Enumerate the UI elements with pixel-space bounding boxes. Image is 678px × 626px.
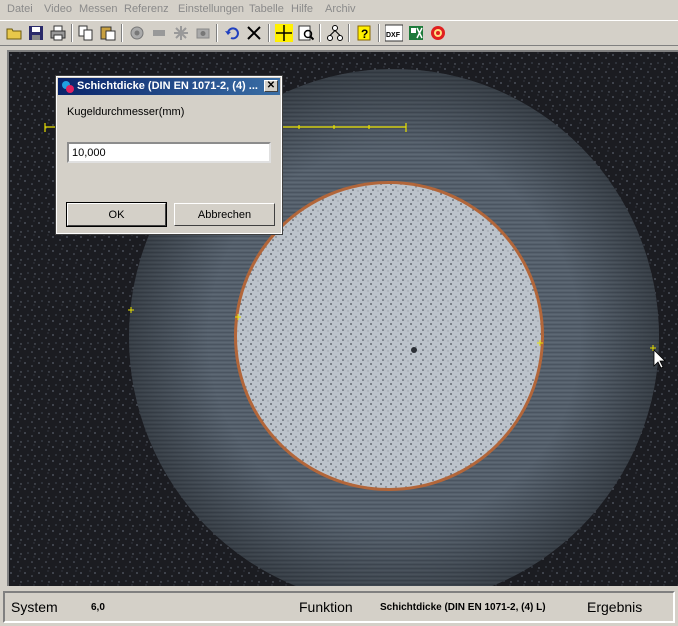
undo-icon[interactable]: [222, 23, 242, 43]
copy-icon[interactable]: [76, 23, 96, 43]
camera-icon[interactable]: [127, 23, 147, 43]
toolbar-separator: [121, 24, 123, 42]
menu-datei[interactable]: Datei: [7, 3, 33, 15]
close-icon[interactable]: ✕: [264, 80, 278, 92]
dxf-icon[interactable]: DXF: [384, 23, 404, 43]
video-icon[interactable]: [193, 23, 213, 43]
svg-text:DXF: DXF: [386, 32, 401, 39]
app-icon: [62, 81, 74, 93]
function-label: Funktion: [299, 599, 353, 615]
status-bar: System 6,0 Funktion Schichtdicke (DIN EN…: [3, 591, 675, 623]
save-icon[interactable]: [26, 23, 46, 43]
thickness-dialog: Schichtdicke (DIN EN 1071-2, (4) ... ✕ K…: [55, 75, 283, 235]
system-label: System: [11, 599, 58, 615]
crosshair-icon[interactable]: [274, 23, 294, 43]
toolbar-separator: [348, 24, 350, 42]
toolbar: ? DXF: [0, 20, 678, 46]
menu-archiv[interactable]: Archiv: [325, 3, 356, 15]
toolbar-separator: [71, 24, 73, 42]
delete-icon[interactable]: [244, 23, 264, 43]
dialog-title: Schichtdicke (DIN EN 1071-2, (4) ...: [77, 80, 258, 92]
ball-diameter-label: Kugeldurchmesser(mm): [67, 106, 185, 118]
dialog-title-bar[interactable]: Schichtdicke (DIN EN 1071-2, (4) ... ✕: [58, 78, 280, 95]
help-icon[interactable]: ?: [354, 23, 374, 43]
function-value: Schichtdicke (DIN EN 1071-2, (4) L): [380, 602, 546, 613]
print-icon[interactable]: [48, 23, 68, 43]
paste-icon[interactable]: [98, 23, 118, 43]
preview-icon[interactable]: [296, 23, 316, 43]
excel-icon[interactable]: [406, 23, 426, 43]
open-folder-icon[interactable]: [4, 23, 24, 43]
menu-einstellungen[interactable]: Einstellungen: [178, 3, 244, 15]
menu-video[interactable]: Video: [44, 3, 72, 15]
capture-icon[interactable]: [149, 23, 169, 43]
result-label: Ergebnis: [587, 599, 643, 615]
menu-referenz[interactable]: Referenz: [124, 3, 169, 15]
svg-text:?: ?: [361, 27, 368, 41]
settings-icon[interactable]: [428, 23, 448, 43]
toolbar-separator: [319, 24, 321, 42]
cancel-button[interactable]: Abbrechen: [174, 203, 275, 226]
toolbar-separator: [216, 24, 218, 42]
menu-tabelle[interactable]: Tabelle: [249, 3, 284, 15]
network-icon[interactable]: [325, 23, 345, 43]
toolbar-separator: [268, 24, 270, 42]
system-value: 6,0: [91, 602, 105, 613]
ok-button[interactable]: OK: [66, 202, 167, 227]
freeze-icon[interactable]: [171, 23, 191, 43]
inner-disk: [237, 184, 541, 488]
menu-messen[interactable]: Messen: [79, 3, 118, 15]
menu-bar: Datei Video Messen Referenz Einstellunge…: [0, 0, 678, 20]
menu-hilfe[interactable]: Hilfe: [291, 3, 313, 15]
ball-diameter-input[interactable]: [67, 142, 271, 163]
toolbar-separator: [378, 24, 380, 42]
